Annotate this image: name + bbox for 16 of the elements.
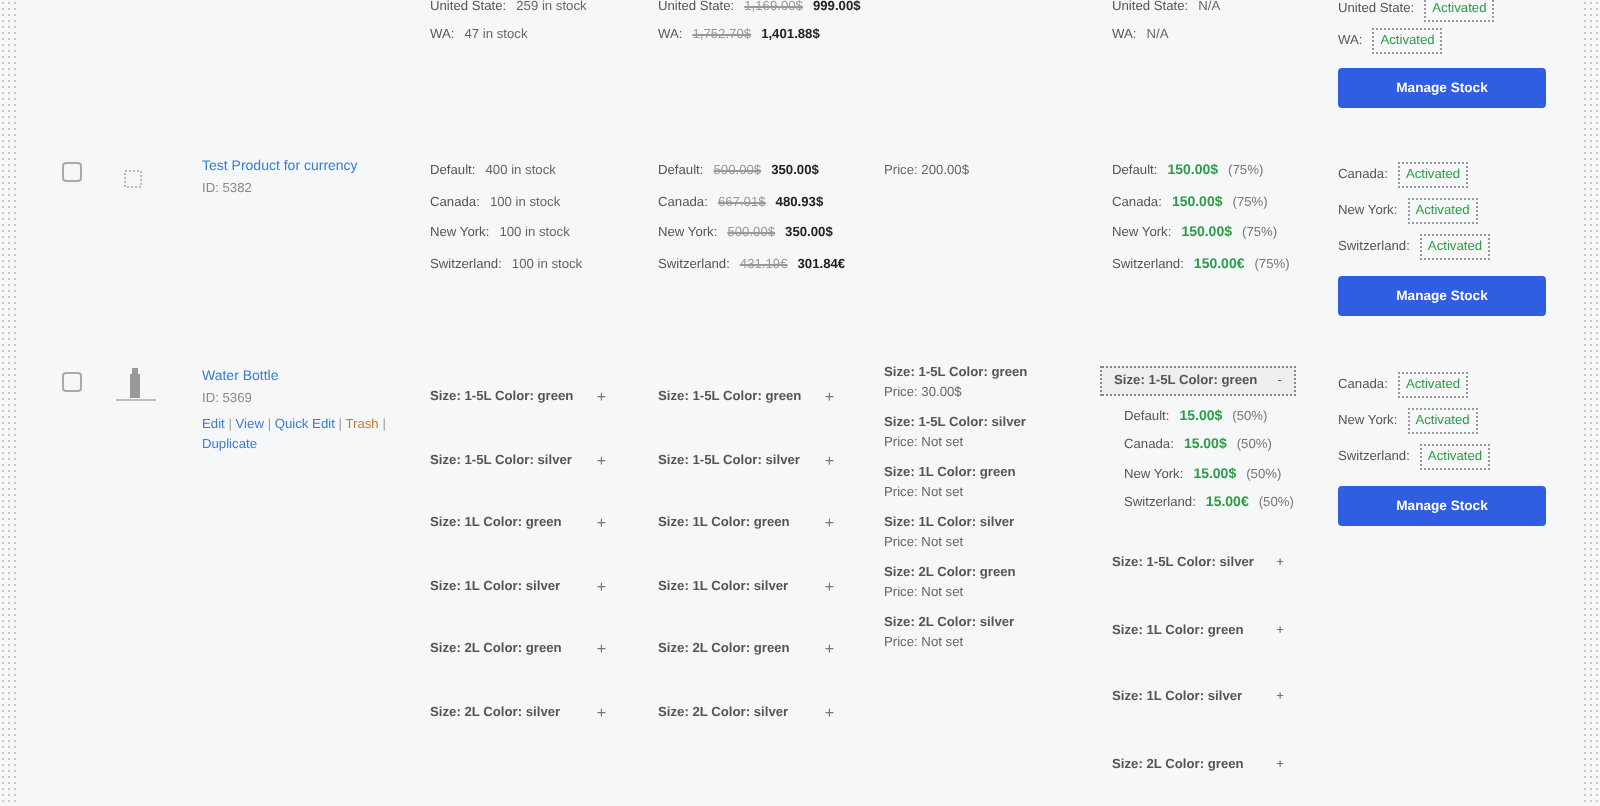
expand-toggle[interactable]: + — [596, 640, 606, 659]
expand-toggle[interactable]: + — [596, 703, 606, 722]
expand-toggle[interactable]: + — [824, 388, 834, 407]
expand-toggle[interactable]: + — [824, 703, 834, 722]
row-checkbox[interactable] — [62, 372, 82, 392]
row-checkbox[interactable] — [62, 162, 82, 182]
bottle-thumbnail-icon — [114, 366, 158, 402]
expand-toggle[interactable]: + — [824, 514, 834, 533]
expand-toggle[interactable]: + — [596, 577, 606, 596]
expand-toggle[interactable]: + — [824, 451, 834, 470]
expand-toggle[interactable]: + — [596, 388, 606, 407]
expand-toggle[interactable]: + — [596, 451, 606, 470]
expand-toggle[interactable]: + — [824, 577, 834, 596]
expand-toggle[interactable]: + — [596, 514, 606, 533]
image-placeholder-icon — [124, 170, 142, 188]
expand-toggle[interactable]: + — [824, 640, 834, 659]
